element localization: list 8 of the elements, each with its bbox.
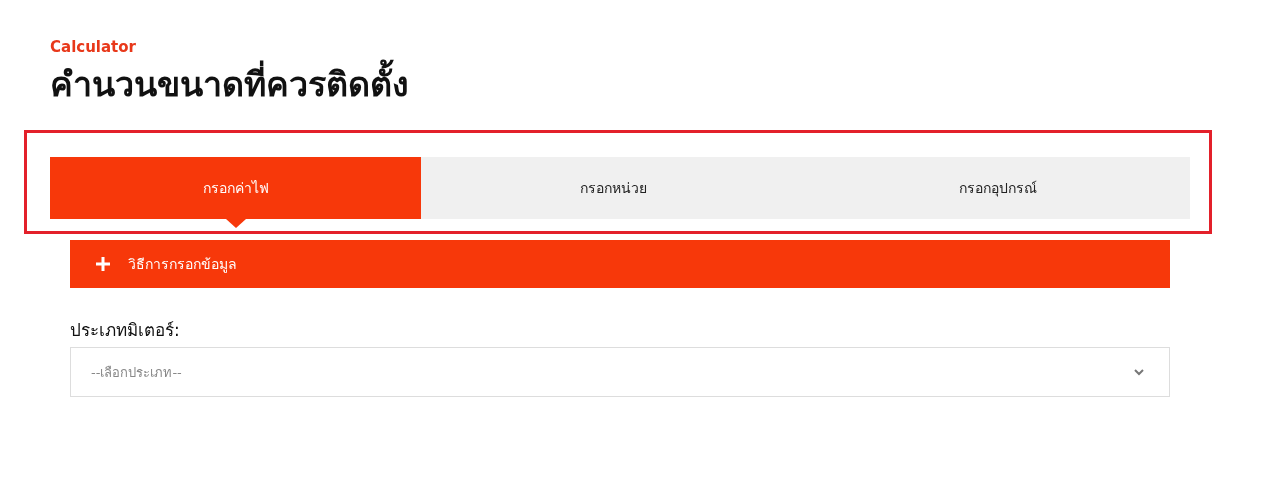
section-eyebrow: Calculator	[50, 38, 137, 56]
instructions-accordion[interactable]: วิธีการกรอกข้อมูล	[70, 240, 1170, 288]
pointer-icon	[225, 219, 246, 228]
field-label: ประเภทมิเตอร์:	[70, 319, 181, 342]
meter-type-select[interactable]: --เลือกประเภท--	[70, 347, 1170, 397]
chevron-down-icon	[1134, 369, 1144, 376]
plus-icon	[96, 257, 110, 271]
page-title: คำนวนขนาดที่ควรติดตั้ง	[50, 60, 1220, 108]
